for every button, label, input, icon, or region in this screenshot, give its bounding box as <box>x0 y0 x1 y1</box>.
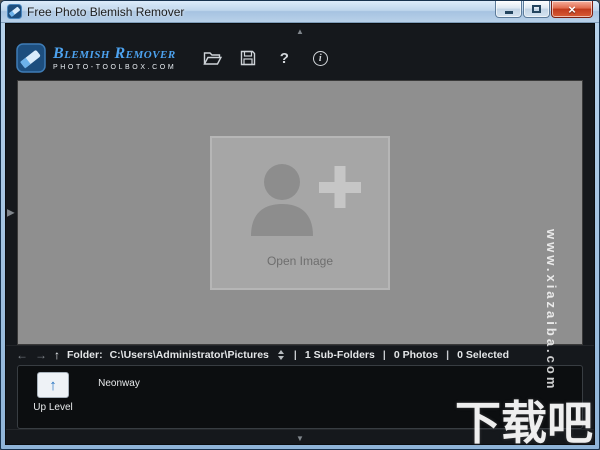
thumb-label: Neonway <box>98 378 140 389</box>
logo-subtitle: PHOTO-TOOLBOX.COM <box>53 64 176 71</box>
app-frame: ▲ Blemish Remover PHOTO-TOOLBOX.COM <box>5 23 595 445</box>
collapse-bottom-toggle[interactable]: ▼ <box>296 434 304 443</box>
maximize-button[interactable] <box>523 1 550 18</box>
separator: | <box>294 349 297 361</box>
separator: | <box>383 349 386 361</box>
app-content: ▲ Blemish Remover PHOTO-TOOLBOX.COM <box>6 24 594 444</box>
spinner-up-icon <box>278 350 284 354</box>
thumbnail-browser: ↑ Up Level Neonway <box>17 365 583 429</box>
open-image-label: Open Image <box>267 254 333 268</box>
logo-title: Blemish Remover <box>53 46 176 62</box>
close-icon: × <box>568 2 576 17</box>
titlebar[interactable]: Free Photo Blemish Remover × <box>1 1 599 23</box>
header: Blemish Remover PHOTO-TOOLBOX.COM <box>6 36 594 80</box>
subfolder-count: 1 Sub-Folders <box>305 349 375 361</box>
minimize-button[interactable] <box>495 1 522 18</box>
photo-count: 0 Photos <box>394 349 438 361</box>
open-image-button[interactable]: Open Image <box>210 136 390 290</box>
open-folder-icon <box>203 51 222 66</box>
close-button[interactable]: × <box>551 1 593 18</box>
top-panel-strip: ▲ <box>6 24 594 36</box>
logo: Blemish Remover PHOTO-TOOLBOX.COM <box>16 43 176 73</box>
back-arrow-icon[interactable]: ← <box>16 349 28 361</box>
window-title: Free Photo Blemish Remover <box>27 5 184 19</box>
blemish-remover-logo-icon <box>16 43 46 73</box>
browser-item-neonway[interactable]: Neonway <box>92 372 146 389</box>
folder-dropdown-spinner[interactable] <box>278 350 284 360</box>
add-photo-icon <box>237 158 363 244</box>
up-level-arrow-icon[interactable]: ↑ <box>54 349 60 361</box>
bottom-panel-strip: ▼ <box>6 429 594 444</box>
info-icon: i <box>313 51 328 66</box>
canvas-row: ▶ Open Image <box>6 80 594 345</box>
logo-text: Blemish Remover PHOTO-TOOLBOX.COM <box>53 46 176 71</box>
app-icon <box>7 4 22 19</box>
folder-label: Folder: <box>67 349 103 361</box>
browser-item-up-level[interactable]: ↑ Up Level <box>26 372 80 413</box>
selected-count: 0 Selected <box>457 349 509 361</box>
folder-path[interactable]: C:\Users\Administrator\Pictures <box>110 349 269 361</box>
spinner-down-icon <box>278 356 284 360</box>
app-window: Free Photo Blemish Remover × ▲ <box>0 0 600 450</box>
expand-left-panel-toggle[interactable]: ▶ <box>7 207 15 218</box>
help-icon: ? <box>280 50 289 67</box>
image-canvas: Open Image <box>17 80 583 345</box>
minimize-icon <box>505 11 513 14</box>
window-controls: × <box>495 1 593 18</box>
separator: | <box>446 349 449 361</box>
toolbar: ? i <box>202 48 330 68</box>
forward-arrow-icon[interactable]: → <box>35 349 47 361</box>
save-icon <box>240 50 256 66</box>
up-level-icon: ↑ <box>37 372 69 398</box>
help-button[interactable]: ? <box>274 48 294 68</box>
thumb-label: Up Level <box>33 402 72 413</box>
open-folder-button[interactable] <box>202 48 222 68</box>
save-button[interactable] <box>238 48 258 68</box>
folder-bar: ← → ↑ Folder: C:\Users\Administrator\Pic… <box>6 345 594 363</box>
collapse-top-toggle[interactable]: ▲ <box>296 27 304 36</box>
about-button[interactable]: i <box>310 48 330 68</box>
maximize-icon <box>532 5 541 13</box>
